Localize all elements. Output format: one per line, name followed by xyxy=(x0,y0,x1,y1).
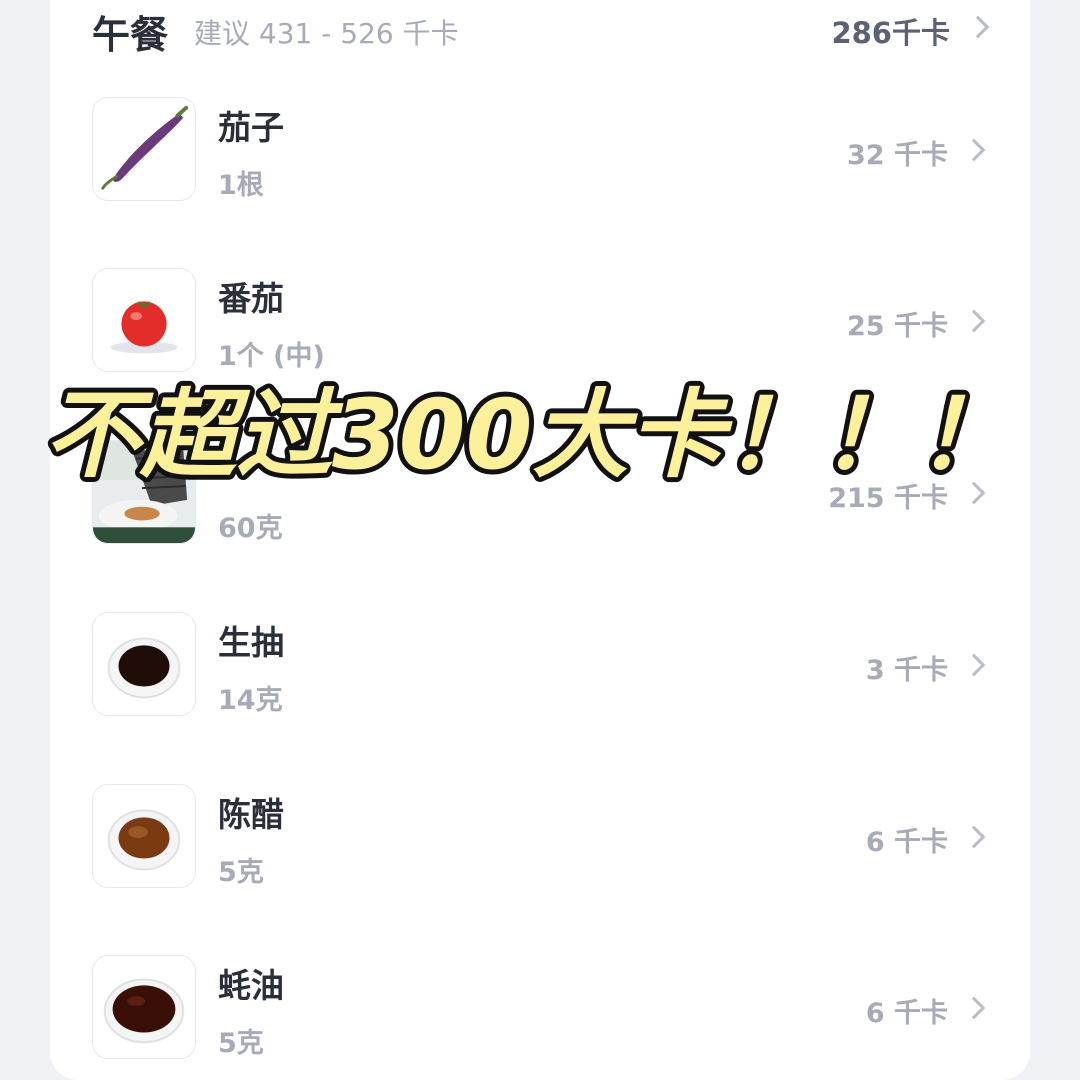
buckwheat-noodle-package-icon xyxy=(92,440,196,544)
food-row-eggplant[interactable]: 茄子 1根 32 千卡 xyxy=(92,97,990,201)
chevron-right-icon xyxy=(962,996,986,1020)
food-amount: 14克 xyxy=(218,685,283,716)
food-name: 蚝油 xyxy=(218,966,284,1005)
food-amount: 5克 xyxy=(218,1028,264,1059)
food-kcal: 32 千卡 xyxy=(847,140,948,171)
food-kcal: 3 千卡 xyxy=(865,655,948,686)
food-name: 生抽 xyxy=(218,623,284,662)
food-row-noodles[interactable]: 60克 215 千卡 xyxy=(92,440,990,544)
chevron-right-icon xyxy=(962,309,986,333)
soy-sauce-dish-icon xyxy=(92,612,196,716)
food-name: 茄子 xyxy=(218,108,284,147)
chevron-right-icon xyxy=(962,481,986,505)
food-row-tomato[interactable]: 番茄 1个 (中) 25 千卡 xyxy=(92,268,990,372)
food-row-oyster-sauce[interactable]: 蚝油 5克 6 千卡 xyxy=(92,955,990,1059)
food-kcal: 6 千卡 xyxy=(865,827,948,858)
food-kcal: 25 千卡 xyxy=(847,311,948,342)
food-amount: 5克 xyxy=(218,857,264,888)
food-kcal: 6 千卡 xyxy=(865,998,948,1029)
food-list: 茄子 1根 32 千卡 番茄 1个 (中) 25 千卡 60克 215 千卡 生… xyxy=(0,0,1080,1080)
food-row-soy-sauce[interactable]: 生抽 14克 3 千卡 xyxy=(92,612,990,716)
food-name: 番茄 xyxy=(218,279,284,318)
food-amount: 1个 (中) xyxy=(218,341,325,372)
tomato-icon xyxy=(92,268,196,372)
chevron-right-icon xyxy=(962,653,986,677)
vinegar-dish-icon xyxy=(92,784,196,888)
food-row-vinegar[interactable]: 陈醋 5克 6 千卡 xyxy=(92,784,990,888)
food-amount: 1根 xyxy=(218,170,264,201)
chevron-right-icon xyxy=(962,138,986,162)
food-amount: 60克 xyxy=(218,513,283,544)
eggplant-icon xyxy=(92,97,196,201)
chevron-right-icon xyxy=(962,825,986,849)
food-kcal: 215 千卡 xyxy=(828,483,948,514)
oyster-sauce-dish-icon xyxy=(92,955,196,1059)
food-name: 陈醋 xyxy=(218,795,284,834)
